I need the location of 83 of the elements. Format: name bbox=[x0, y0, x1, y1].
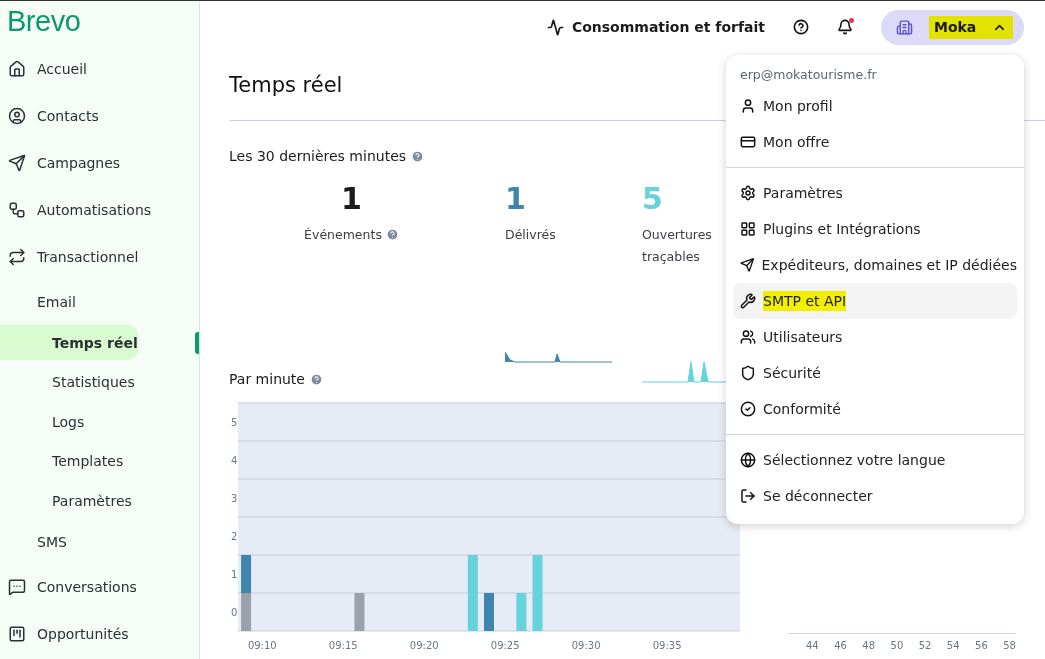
pulse-icon bbox=[546, 18, 564, 36]
sidebar-item[interactable]: Email bbox=[0, 280, 199, 323]
axis-label: 5 bbox=[231, 417, 238, 428]
axis-label: 09:20 bbox=[409, 640, 439, 651]
chart-title: Par minute bbox=[229, 371, 305, 387]
page-title: Temps réel bbox=[229, 73, 343, 99]
menu-item[interactable]: Mon profil bbox=[733, 88, 1017, 124]
axis-label: 3 bbox=[231, 493, 238, 504]
user-circle-icon bbox=[8, 106, 26, 125]
sidebar-item[interactable]: Temps réel bbox=[0, 325, 138, 361]
wrench-icon bbox=[740, 293, 756, 309]
logout-icon bbox=[740, 488, 756, 504]
sidebar-item[interactable]: Paramètres bbox=[0, 483, 132, 519]
logo[interactable]: Brevo bbox=[0, 1, 199, 45]
axis-label: 56 bbox=[975, 639, 988, 651]
card-icon bbox=[740, 134, 756, 150]
globe-icon bbox=[740, 452, 756, 468]
menu-item[interactable]: Conformité bbox=[733, 391, 1017, 427]
arrows-icon bbox=[8, 247, 26, 266]
board-icon bbox=[8, 625, 26, 643]
menu-item[interactable]: Se déconnecter bbox=[733, 478, 1017, 514]
axis-label: 4 bbox=[231, 455, 238, 466]
axis-label: 09:35 bbox=[652, 640, 682, 651]
axis-label: 58 bbox=[1003, 639, 1016, 651]
axis-label: 1 bbox=[231, 569, 238, 580]
building-icon bbox=[896, 18, 913, 36]
notifications-button[interactable] bbox=[837, 19, 853, 35]
menu-item[interactable]: Sécurité bbox=[733, 355, 1017, 391]
gear-icon bbox=[740, 185, 756, 201]
axis-label: 54 bbox=[946, 639, 960, 651]
axis-label: 48 bbox=[862, 639, 876, 651]
sidebar-item[interactable]: Accueil bbox=[0, 45, 199, 92]
active-marker bbox=[195, 331, 199, 354]
menu-item[interactable]: SMTP et API bbox=[733, 283, 1017, 319]
axis-label: 2 bbox=[231, 531, 238, 542]
house-icon bbox=[8, 59, 26, 78]
stat-value: 1 bbox=[341, 180, 362, 218]
axis-label: 09:10 bbox=[247, 640, 277, 651]
account-email: erp@mokatourisme.fr bbox=[739, 66, 878, 84]
menu-item[interactable]: Paramètres bbox=[733, 175, 1017, 211]
stat-label: Délivrés bbox=[505, 226, 556, 244]
sidebar-item[interactable]: Templates bbox=[0, 443, 124, 479]
sidebar-item[interactable]: Opportunités bbox=[0, 610, 199, 658]
help-button[interactable] bbox=[793, 19, 809, 35]
axis-label: 44 bbox=[806, 639, 819, 651]
grid-icon bbox=[740, 221, 756, 237]
axis-label: 09:25 bbox=[490, 640, 520, 651]
axis-label: 50 bbox=[890, 639, 904, 651]
axis-label: 46 bbox=[834, 639, 847, 651]
stat-label: Événements bbox=[304, 226, 382, 244]
axis-label: 09:30 bbox=[571, 640, 601, 651]
menu-item[interactable]: Mon offre bbox=[733, 124, 1017, 160]
stat-value: 1 bbox=[505, 180, 526, 218]
sidebar-item[interactable]: Statistiques bbox=[0, 364, 135, 400]
person-icon bbox=[740, 98, 756, 114]
shield-icon bbox=[740, 365, 756, 381]
menu-item[interactable]: Sélectionnez votre langue bbox=[733, 442, 1017, 478]
stat-value: 5 bbox=[642, 180, 663, 218]
usage-link[interactable]: Consommation et forfait bbox=[546, 18, 765, 36]
menu-item[interactable]: Utilisateurs bbox=[733, 319, 1017, 355]
section-title: Les 30 dernières minutes bbox=[229, 148, 407, 164]
axis-label: 09:15 bbox=[328, 640, 358, 651]
help-icon bbox=[310, 372, 323, 386]
sidebar-item[interactable]: Automatisations bbox=[0, 186, 199, 233]
menu-item[interactable]: Expéditeurs, domaines et IP dédiées bbox=[733, 247, 1017, 283]
paper-plane-icon bbox=[740, 257, 755, 273]
help-icon bbox=[411, 149, 425, 163]
sidebar-item[interactable]: SMS bbox=[0, 520, 199, 564]
sidebar-item[interactable]: Conversations bbox=[0, 563, 199, 611]
people-icon bbox=[740, 329, 756, 345]
sidebar-item[interactable]: Contacts bbox=[0, 92, 199, 139]
sidebar-item[interactable]: Transactionnel bbox=[0, 233, 199, 280]
paper-plane-icon bbox=[8, 153, 26, 172]
menu-item[interactable]: Plugins et Intégrations bbox=[733, 211, 1017, 247]
sidebar-item[interactable]: Logs bbox=[0, 404, 85, 440]
axis-label: 52 bbox=[918, 639, 932, 651]
chat-icon bbox=[8, 578, 26, 596]
workflow-icon bbox=[8, 200, 26, 219]
sidebar-item[interactable]: Campagnes bbox=[0, 139, 199, 186]
axis-label: 0 bbox=[231, 607, 238, 618]
check-circle-icon bbox=[740, 401, 756, 417]
account-button[interactable]: Moka bbox=[881, 9, 1024, 45]
stat-label: Ouvertures traçables bbox=[642, 226, 713, 266]
